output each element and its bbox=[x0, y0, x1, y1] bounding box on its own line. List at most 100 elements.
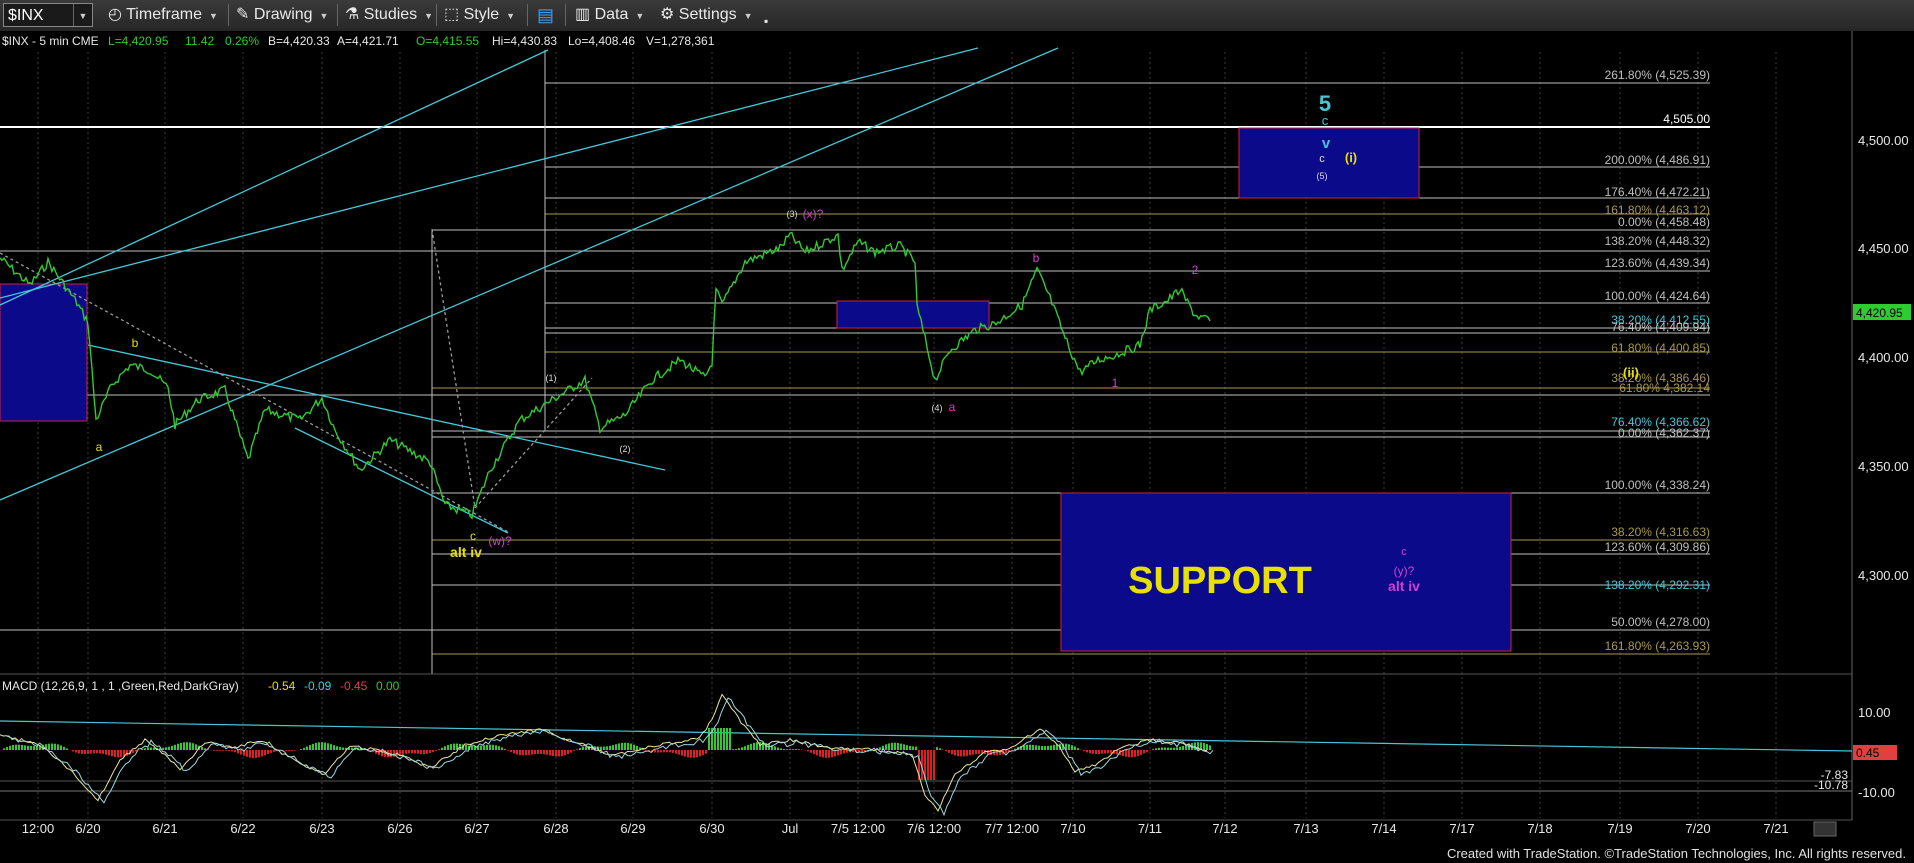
macd-bar bbox=[939, 748, 941, 750]
price-change-pct: 0.26% bbox=[225, 34, 259, 48]
macd-bar bbox=[204, 748, 206, 750]
wave-label-y: (y)? bbox=[1394, 564, 1415, 578]
symbol-line: $INX - 5 min CME bbox=[2, 34, 99, 48]
macd-bar bbox=[582, 746, 584, 750]
macd-bar bbox=[291, 750, 293, 751]
macd-bar bbox=[1071, 745, 1073, 750]
macd-bar bbox=[885, 744, 887, 750]
fib-label: 4,505.00 bbox=[1663, 112, 1710, 126]
macd-bar bbox=[171, 745, 173, 750]
macd-bar bbox=[1134, 750, 1136, 757]
macd-bar bbox=[228, 750, 230, 751]
macd-bar bbox=[1182, 746, 1184, 750]
macd-bar bbox=[273, 750, 275, 752]
macd-bar bbox=[1092, 750, 1094, 754]
macd-bar bbox=[1050, 745, 1052, 750]
macd-bar bbox=[543, 750, 545, 755]
macd-bar bbox=[264, 750, 266, 756]
macd-bar bbox=[255, 750, 257, 758]
macd-bar bbox=[600, 746, 602, 750]
macd-bar bbox=[192, 743, 194, 750]
macd-bar bbox=[1026, 744, 1028, 750]
macd-bar bbox=[1167, 747, 1169, 750]
macd-bar bbox=[306, 746, 308, 750]
time-tick: 6/26 bbox=[387, 821, 412, 836]
macd-bar bbox=[267, 750, 269, 755]
macd-bar bbox=[786, 749, 788, 750]
wave-label-a-left: a bbox=[96, 440, 103, 454]
macd-bar bbox=[753, 742, 755, 750]
macd-bar bbox=[174, 744, 176, 750]
macd-bar bbox=[564, 750, 566, 756]
macd-bar bbox=[660, 750, 662, 753]
time-tick: 7/13 bbox=[1293, 821, 1318, 836]
fib-label: 123.60% (4,309.86) bbox=[1605, 540, 1710, 554]
time-tick: 6/23 bbox=[309, 821, 334, 836]
gear-icon: ⚙ bbox=[660, 6, 675, 23]
macd-bar bbox=[303, 747, 305, 750]
wave-label-c-minor: c bbox=[1319, 153, 1325, 165]
macd-bar bbox=[1038, 745, 1040, 750]
settings-menu[interactable]: ⚙ Settings ▼ bbox=[660, 4, 753, 26]
macd-bar bbox=[465, 745, 467, 750]
macd-bar bbox=[498, 746, 500, 750]
fib-label: 61.80% 4,382.14 bbox=[1619, 381, 1710, 395]
macd-bar bbox=[420, 750, 422, 754]
wave-label-b: b bbox=[1033, 251, 1040, 265]
chevron-down-icon[interactable]: ▼ bbox=[73, 4, 92, 26]
time-tick: Jul bbox=[782, 821, 799, 836]
macd-bar bbox=[3, 748, 5, 750]
macd-bar bbox=[567, 750, 569, 755]
macd-bar bbox=[1083, 750, 1085, 752]
layout-icon[interactable]: ▤ bbox=[537, 4, 554, 26]
macd-bar bbox=[294, 750, 296, 751]
macd-bar bbox=[117, 750, 119, 758]
style-menu[interactable]: ⬚ Style ▼ bbox=[444, 4, 515, 26]
macd-bar bbox=[579, 748, 581, 750]
macd-bar bbox=[843, 750, 845, 754]
time-tick: 7/11 bbox=[1138, 821, 1162, 836]
macd-bar bbox=[702, 750, 704, 756]
studies-menu[interactable]: ⚗ Studies ▼ bbox=[345, 4, 433, 26]
macd-bar bbox=[675, 750, 677, 754]
macd-bar bbox=[105, 750, 107, 755]
data-menu[interactable]: ▥ Data ▼ bbox=[575, 4, 644, 26]
macd-bar bbox=[621, 742, 623, 750]
price-chart[interactable]: $INX - 5 min CME L=4,420.95 11.42 0.26% … bbox=[0, 31, 1914, 863]
macd-bar bbox=[168, 746, 170, 750]
macd-bar bbox=[717, 728, 719, 750]
drawing-label: Drawing bbox=[253, 6, 313, 23]
support-label: SUPPORT bbox=[1128, 560, 1312, 602]
macd-bar bbox=[414, 750, 416, 754]
macd-bar bbox=[957, 750, 959, 757]
macd-bar bbox=[342, 747, 344, 750]
last-price: L=4,420.95 bbox=[108, 34, 169, 48]
fib-label: 50.00% (4,278.00) bbox=[1611, 615, 1710, 629]
flask-icon: ⚗ bbox=[345, 6, 360, 23]
macd-bar bbox=[1044, 746, 1046, 750]
macd-bar bbox=[96, 750, 98, 754]
drawing-menu[interactable]: ✎ Drawing ▼ bbox=[236, 4, 328, 26]
macd-bar bbox=[525, 750, 527, 756]
macd-bar bbox=[300, 749, 302, 750]
macd-bar bbox=[471, 745, 473, 750]
macd-bar bbox=[399, 750, 401, 756]
macd-bar bbox=[687, 750, 689, 758]
macd-bar bbox=[393, 750, 395, 757]
macd-bar bbox=[1176, 747, 1178, 750]
wave-label-2-minor: (2) bbox=[620, 444, 631, 454]
macd-bar bbox=[1194, 742, 1196, 750]
macd-bar bbox=[840, 750, 842, 755]
more-icon[interactable]: ▪ bbox=[764, 10, 768, 32]
style-label: Style bbox=[463, 6, 500, 23]
timeframe-menu[interactable]: ◴ Timeframe ▼ bbox=[108, 4, 218, 26]
macd-bar bbox=[522, 750, 524, 756]
time-tick: 7/17 bbox=[1449, 821, 1474, 836]
bid-price: B=4,420.33 bbox=[268, 34, 330, 48]
macd-bar bbox=[402, 750, 404, 755]
wave-label-3: (3) bbox=[787, 209, 798, 219]
symbol-input[interactable]: $INX ▼ bbox=[3, 3, 93, 27]
macd-bar bbox=[30, 746, 32, 750]
macd-bar bbox=[774, 746, 776, 750]
scroll-handle[interactable] bbox=[1813, 821, 1837, 837]
